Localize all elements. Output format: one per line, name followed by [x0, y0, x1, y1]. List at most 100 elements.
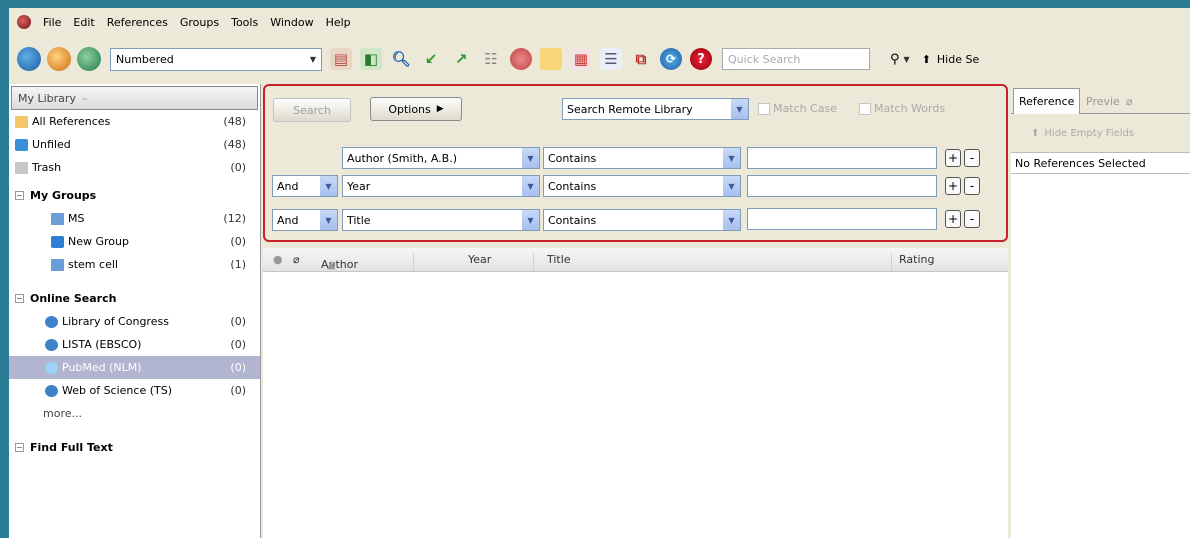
group-count: (48) — [223, 138, 246, 151]
hide-empty-label: Hide Empty Fields — [1044, 127, 1135, 139]
online-search-header[interactable]: − Online Search — [9, 286, 260, 310]
my-groups-header[interactable]: − My Groups — [9, 183, 260, 207]
match-words-checkbox[interactable]: Match Words — [859, 102, 945, 115]
menu-edit[interactable]: Edit — [67, 16, 100, 29]
search-value-input-2[interactable] — [747, 175, 937, 197]
menu-references[interactable]: References — [101, 16, 174, 29]
group-new-group[interactable]: New Group (0) — [9, 230, 260, 253]
menu-groups[interactable]: Groups — [174, 16, 225, 29]
group-ms[interactable]: MS (12) — [9, 207, 260, 230]
all-references-icon — [15, 115, 28, 128]
my-library-header[interactable]: My Library – — [11, 86, 258, 110]
options-button[interactable]: Options ▶ — [370, 97, 462, 121]
search-field-select-3[interactable]: Title ▼ — [342, 209, 540, 231]
globe-search-icon — [45, 338, 58, 351]
group-label: Trash — [32, 161, 62, 174]
globe-search-icon — [45, 384, 58, 397]
chevron-down-icon: ▼ — [903, 54, 910, 64]
search-operator-select-1[interactable]: Contains ▼ — [543, 147, 741, 169]
match-case-checkbox[interactable]: Match Case — [758, 102, 837, 115]
group-count: (1) — [230, 258, 246, 271]
tab-reference[interactable]: Reference — [1013, 88, 1081, 114]
tab-preview[interactable]: Previe ⌀ — [1081, 88, 1137, 114]
app-icon — [17, 15, 31, 29]
preview-icon[interactable]: ☰ — [600, 48, 622, 70]
search-operator-select-2[interactable]: Contains ▼ — [543, 175, 741, 197]
reference-list[interactable]: ● ⌀ Author ▲ Year Title Rating — [263, 248, 1008, 538]
online-web-of-science[interactable]: Web of Science (TS) (0) — [9, 379, 260, 402]
menu-file[interactable]: File — [37, 16, 67, 29]
group-trash[interactable]: Trash (0) — [9, 156, 260, 179]
online-search-mode-icon[interactable] — [77, 47, 101, 71]
chevron-down-icon: ▼ — [522, 210, 539, 230]
read-status-icon[interactable]: ● — [273, 253, 283, 266]
group-label: Unfiled — [32, 138, 71, 151]
menu-tools[interactable]: Tools — [225, 16, 264, 29]
online-more-link[interactable]: more... — [9, 402, 260, 425]
column-title[interactable]: Title — [547, 253, 571, 266]
copy-formatted-icon[interactable]: ⧉ — [630, 48, 652, 70]
online-pubmed-nlm[interactable]: PubMed (NLM) (0) — [9, 356, 260, 379]
add-row-button-3[interactable]: + — [945, 210, 961, 228]
attachment-icon: ⌀ — [1125, 94, 1133, 108]
search-target-select[interactable]: Search Remote Library ▼ — [562, 98, 749, 120]
arrow-up-icon: ⬆ — [1031, 127, 1040, 139]
chevron-down-icon: ▼ — [723, 210, 740, 230]
online-count: (0) — [230, 361, 246, 374]
group-label: MS — [68, 212, 85, 225]
column-rating[interactable]: Rating — [899, 253, 934, 266]
hide-empty-fields-button[interactable]: ⬆ Hide Empty Fields — [1011, 114, 1190, 152]
output-style-select[interactable]: Numbered ▼ — [110, 47, 322, 71]
online-search-icon[interactable]: 🔍︎ — [390, 48, 412, 70]
help-icon[interactable]: ? — [690, 48, 712, 70]
export-icon[interactable]: ↗ — [450, 48, 472, 70]
chevron-down-icon: ▼ — [522, 148, 539, 168]
group-label: All References — [32, 115, 111, 128]
group-all-references[interactable]: All References (48) — [9, 110, 260, 133]
new-reference-icon[interactable]: ▦ — [570, 48, 592, 70]
bool-value: And — [277, 179, 299, 193]
online-lista-ebsco[interactable]: LISTA (EBSCO) (0) — [9, 333, 260, 356]
field-value: Author (Smith, A.B.) — [347, 151, 458, 165]
search-value-input-1[interactable] — [747, 147, 937, 169]
bool-value: And — [277, 213, 299, 227]
bool-select-2[interactable]: And ▼ — [272, 175, 338, 197]
sync-icon[interactable]: ⟳ — [660, 48, 682, 70]
quick-search-input[interactable]: Quick Search — [722, 48, 870, 70]
quick-search-button[interactable]: ⚲ ▼ — [890, 52, 910, 67]
add-row-button-1[interactable]: + — [945, 149, 961, 167]
open-file-icon[interactable] — [540, 48, 562, 70]
attachment-icon[interactable]: ⌀ — [293, 253, 300, 266]
search-operator-select-3[interactable]: Contains ▼ — [543, 209, 741, 231]
remove-row-button-1[interactable]: - — [964, 149, 980, 167]
search-field-select-2[interactable]: Year ▼ — [342, 175, 540, 197]
find-full-text-header[interactable]: − Find Full Text — [9, 435, 260, 459]
import-icon[interactable]: ↙ — [420, 48, 442, 70]
endnote-window: File Edit References Groups Tools Window… — [9, 8, 1190, 538]
add-row-button-2[interactable]: + — [945, 177, 961, 195]
search-value-input-3[interactable] — [747, 208, 937, 230]
group-stem-cell[interactable]: stem cell (1) — [9, 253, 260, 276]
search-button[interactable]: Search — [273, 98, 351, 122]
online-label: LISTA (EBSCO) — [62, 338, 142, 351]
group-unfiled[interactable]: Unfiled (48) — [9, 133, 260, 156]
menu-window[interactable]: Window — [264, 16, 319, 29]
integrated-library-mode-icon[interactable] — [47, 47, 71, 71]
smart-group-icon — [51, 258, 64, 271]
menu-help[interactable]: Help — [320, 16, 357, 29]
hide-search-panel-button[interactable]: ⬆ Hide Se — [922, 53, 980, 66]
column-year[interactable]: Year — [468, 253, 491, 266]
open-link-icon[interactable] — [510, 48, 532, 70]
online-library-of-congress[interactable]: Library of Congress (0) — [9, 310, 260, 333]
find-full-text-icon[interactable]: ☷ — [480, 48, 502, 70]
insert-citation-icon[interactable]: ▤ — [330, 48, 352, 70]
local-library-mode-icon[interactable] — [17, 47, 41, 71]
remove-row-button-2[interactable]: - — [964, 177, 980, 195]
remove-row-button-3[interactable]: - — [964, 210, 980, 228]
search-field-select-1[interactable]: Author (Smith, A.B.) ▼ — [342, 147, 540, 169]
format-bibliography-icon[interactable]: ◧ — [360, 48, 382, 70]
bool-select-3[interactable]: And ▼ — [272, 209, 338, 231]
column-separator — [413, 253, 414, 271]
quick-search-placeholder: Quick Search — [728, 52, 801, 66]
output-style-value: Numbered — [116, 52, 174, 66]
